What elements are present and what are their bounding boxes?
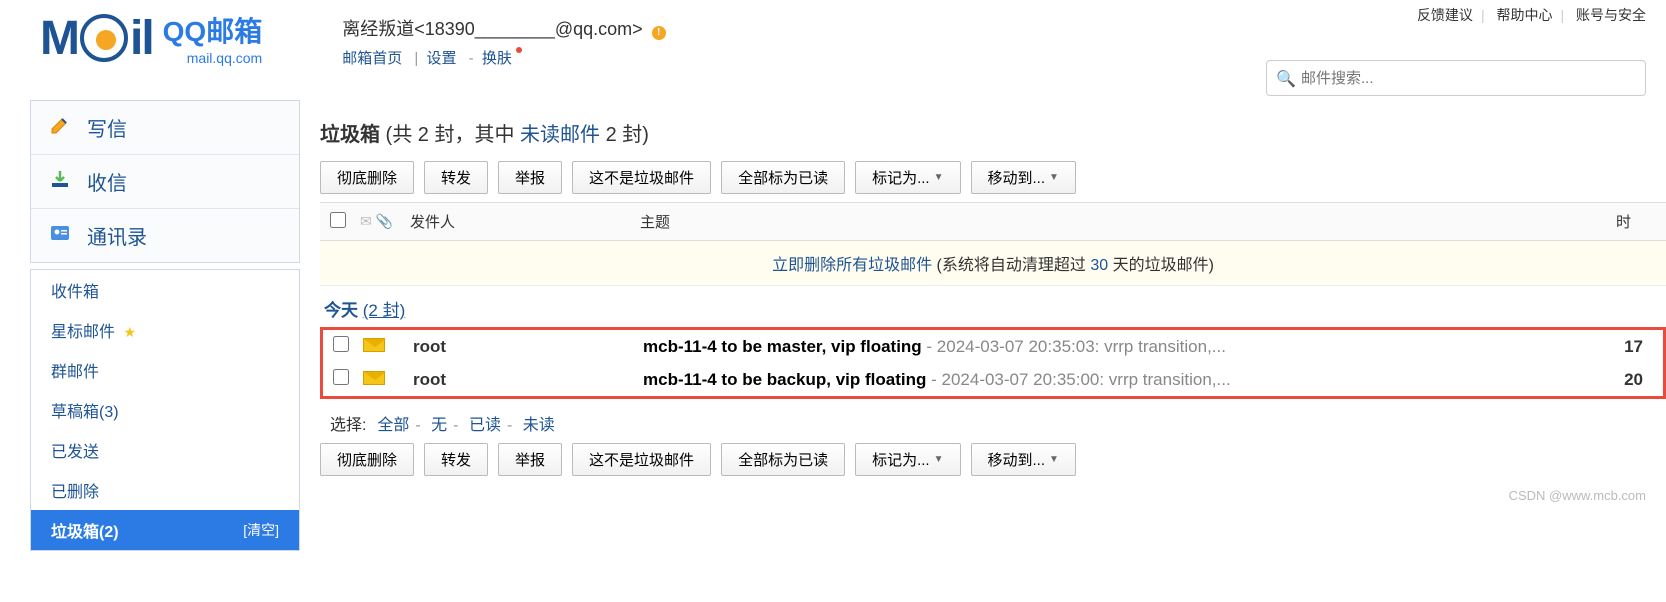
- sidebar-drafts[interactable]: 草稿箱(3): [31, 390, 299, 430]
- mail-row[interactable]: root mcb-11-4 to be master, vip floating…: [323, 330, 1663, 363]
- logo-right: il: [130, 11, 153, 66]
- unread-icon: [363, 371, 385, 385]
- account-link[interactable]: 账号与安全: [1576, 7, 1646, 23]
- mail-checkbox[interactable]: [333, 336, 349, 352]
- perm-delete-button[interactable]: 彻底删除: [320, 161, 414, 194]
- mail-home-link[interactable]: 邮箱首页: [342, 50, 402, 67]
- contacts-button[interactable]: 通讯录: [31, 209, 299, 262]
- mail-subject: mcb-11-4 to be master, vip floating - 20…: [643, 337, 1613, 357]
- toolbar-top: 彻底删除 转发 举报 这不是垃圾邮件 全部标为已读 标记为... ▼ 移动到..…: [320, 161, 1666, 194]
- move-to-button[interactable]: 移动到... ▼: [971, 443, 1076, 476]
- sidebar-inbox[interactable]: 收件箱: [31, 270, 299, 310]
- logo-cn-bot: mail.qq.com: [163, 50, 263, 66]
- mark-as-button[interactable]: 标记为... ▼: [855, 161, 960, 194]
- logo-cn-top: QQ邮箱: [163, 10, 263, 50]
- spam-notice: 立即删除所有垃圾邮件 (系统将自动清理超过 30 天的垃圾邮件): [320, 241, 1666, 286]
- not-spam-button[interactable]: 这不是垃圾邮件: [572, 161, 711, 194]
- star-icon: ★: [123, 324, 136, 340]
- chevron-down-icon: ▼: [1049, 454, 1059, 465]
- clear-spam-link[interactable]: [清空]: [243, 520, 279, 540]
- group-count-link[interactable]: (2 封): [363, 301, 406, 320]
- search-icon: 🔍: [1276, 69, 1296, 89]
- forward-button[interactable]: 转发: [424, 161, 488, 194]
- col-subject[interactable]: 主题: [640, 211, 1616, 232]
- report-button[interactable]: 举报: [498, 443, 562, 476]
- not-spam-button[interactable]: 这不是垃圾邮件: [572, 443, 711, 476]
- mail-sender: root: [413, 370, 643, 390]
- settings-link[interactable]: 设置: [426, 50, 456, 67]
- mark-all-read-button[interactable]: 全部标为已读: [721, 161, 845, 194]
- perm-delete-button[interactable]: 彻底删除: [320, 443, 414, 476]
- user-info: 离经叛道<18390________@qq.com> ! 邮箱首页 | 设置 -…: [342, 10, 665, 68]
- forward-button[interactable]: 转发: [424, 443, 488, 476]
- chevron-down-icon: ▼: [1049, 172, 1059, 183]
- col-sender[interactable]: 发件人: [410, 211, 640, 232]
- select-unread-link[interactable]: 未读: [523, 417, 555, 434]
- sidebar-starred[interactable]: 星标邮件 ★: [31, 310, 299, 350]
- top-right-links: 反馈建议| 帮助中心| 账号与安全: [1417, 5, 1646, 25]
- mail-checkbox[interactable]: [333, 369, 349, 385]
- sidebar: 写信 收信 通讯录 收件箱 星标邮件 ★ 群邮件 草稿箱(3) 已发送: [0, 100, 300, 551]
- main-content: 垃圾箱 (共 2 封，其中 未读邮件 2 封) 彻底删除 转发 举报 这不是垃圾…: [300, 100, 1666, 551]
- sidebar-group[interactable]: 群邮件: [31, 350, 299, 390]
- select-all-checkbox[interactable]: [330, 212, 346, 228]
- logo[interactable]: M il QQ邮箱 mail.qq.com: [40, 10, 262, 66]
- search-input[interactable]: [1266, 60, 1646, 96]
- chevron-down-icon: ▼: [934, 172, 944, 183]
- logo-left: M: [40, 11, 78, 66]
- select-read-link[interactable]: 已读: [469, 417, 501, 434]
- report-button[interactable]: 举报: [498, 161, 562, 194]
- unread-filter-link[interactable]: 未读邮件: [520, 124, 600, 146]
- receive-button[interactable]: 收信: [31, 155, 299, 208]
- highlight-box: root mcb-11-4 to be master, vip floating…: [320, 327, 1666, 399]
- skin-link[interactable]: 换肤: [482, 50, 512, 67]
- sidebar-deleted[interactable]: 已删除: [31, 470, 299, 510]
- feedback-link[interactable]: 反馈建议: [1417, 7, 1473, 23]
- logo-at-icon: [80, 14, 128, 62]
- mark-all-read-button[interactable]: 全部标为已读: [721, 443, 845, 476]
- delete-all-spam-link[interactable]: 立即删除所有垃圾邮件: [772, 257, 932, 274]
- mail-subject: mcb-11-4 to be backup, vip floating - 20…: [643, 370, 1613, 390]
- pencil-icon: [49, 114, 73, 142]
- folder-title: 垃圾箱 (共 2 封，其中 未读邮件 2 封): [320, 110, 1666, 161]
- compose-button[interactable]: 写信: [31, 101, 299, 154]
- mail-time: 17: [1613, 337, 1653, 357]
- contacts-icon: [49, 222, 73, 250]
- chevron-down-icon: ▼: [934, 454, 944, 465]
- column-header: ✉ 📎 发件人 主题 时: [320, 202, 1666, 241]
- search-box: 🔍: [1266, 60, 1646, 96]
- download-icon: [49, 168, 73, 196]
- mark-as-button[interactable]: 标记为... ▼: [855, 443, 960, 476]
- select-all-link[interactable]: 全部: [377, 417, 409, 434]
- header: M il QQ邮箱 mail.qq.com 离经叛道<18390________…: [0, 0, 1666, 100]
- col-time[interactable]: 时: [1616, 211, 1656, 232]
- select-row: 选择: 全部- 无- 已读- 未读: [320, 403, 1666, 443]
- help-link[interactable]: 帮助中心: [1496, 7, 1552, 23]
- red-dot-icon: [516, 47, 522, 53]
- sidebar-spam[interactable]: 垃圾箱(2) [清空]: [31, 510, 299, 550]
- warning-icon[interactable]: !: [652, 26, 666, 40]
- date-group-header: 今天 (2 封): [320, 286, 1666, 327]
- unread-icon: [363, 338, 385, 352]
- mail-row[interactable]: root mcb-11-4 to be backup, vip floating…: [323, 363, 1663, 396]
- select-none-link[interactable]: 无: [431, 417, 447, 434]
- envelope-icon: ✉ 📎: [360, 213, 410, 230]
- mail-time: 20: [1613, 370, 1653, 390]
- mail-sender: root: [413, 337, 643, 357]
- user-display: 离经叛道<18390________@qq.com>: [342, 19, 642, 39]
- toolbar-bottom: 彻底删除 转发 举报 这不是垃圾邮件 全部标为已读 标记为... ▼ 移动到..…: [320, 443, 1666, 476]
- move-to-button[interactable]: 移动到... ▼: [971, 161, 1076, 194]
- logo-cn: QQ邮箱 mail.qq.com: [163, 10, 263, 66]
- sidebar-sent[interactable]: 已发送: [31, 430, 299, 470]
- watermark: CSDN @www.mcb.com: [320, 484, 1666, 507]
